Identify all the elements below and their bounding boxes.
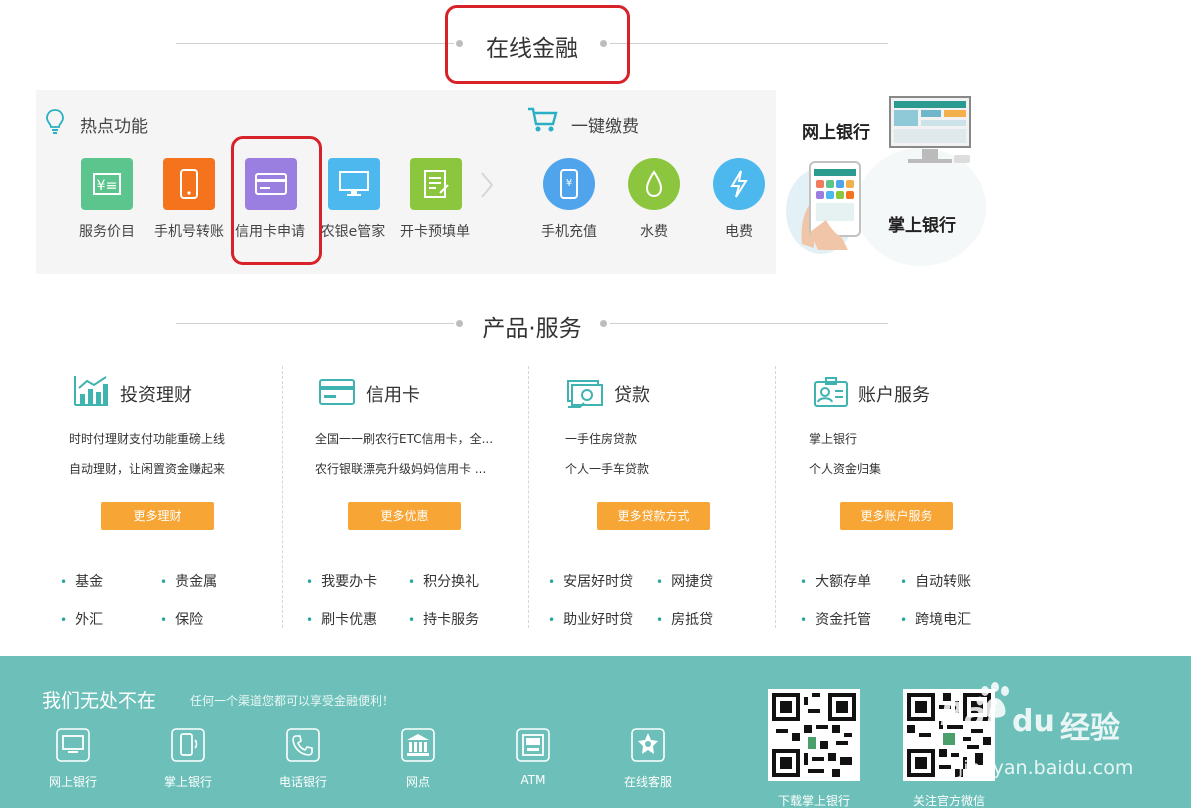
desktop-computer-image (889, 96, 971, 163)
pay-item-label[interactable]: 电费 (697, 221, 781, 241)
card-icon (319, 379, 355, 405)
bank-building-icon[interactable] (401, 728, 435, 762)
qr-label: 关注官方微信 (912, 794, 985, 808)
section-heading-products: 产品·服务 (176, 309, 888, 342)
phone-recharge-tile[interactable]: ¥ (543, 158, 595, 210)
watermark-jingyan: 经验 (1060, 711, 1120, 746)
product-news-link[interactable]: 农行银联漂亮升级妈妈信用卡 ... (315, 460, 486, 477)
sub-link[interactable]: • 保险 (160, 609, 203, 629)
electric-fee-tile[interactable] (713, 158, 765, 210)
sub-link[interactable]: • 网捷贷 (656, 571, 713, 591)
sub-link[interactable]: • 积分换礼 (408, 571, 479, 591)
phone-recharge-icon: ¥ (560, 169, 578, 199)
sub-link[interactable]: • 我要办卡 (306, 571, 377, 591)
column-divider (282, 366, 283, 628)
more-button[interactable]: 更多优惠 (348, 502, 461, 530)
channel-label[interactable]: 网上银行 (28, 773, 118, 790)
web-bank-label[interactable]: 网上银行 (802, 118, 870, 143)
channel-label[interactable]: 在线客服 (603, 773, 693, 790)
product-title[interactable]: 贷款 (614, 381, 650, 407)
mobile-icon[interactable] (171, 728, 205, 762)
form-icon (424, 170, 449, 198)
price-list-tile[interactable]: ¥≡ (81, 158, 133, 210)
more-button[interactable]: 更多理财 (101, 502, 214, 530)
id-card-icon (814, 377, 848, 407)
monitor-icon (339, 171, 369, 196)
product-news-link[interactable]: 个人一手车贷款 (565, 460, 649, 477)
channel-label[interactable]: ATM (488, 773, 578, 787)
sub-link[interactable]: • 贵金属 (160, 571, 217, 591)
watermark-url: jingyan.baidu.com (958, 757, 1134, 779)
sub-link[interactable]: • 大额存单 (800, 571, 871, 591)
hot-item-label[interactable]: 开卡预填单 (393, 221, 477, 241)
product-news-link[interactable]: 时时付理财支付功能重磅上线 (69, 430, 225, 447)
footer-title: 我们无处不在 (42, 690, 157, 712)
sub-link[interactable]: • 房抵贷 (656, 609, 713, 629)
loan-icon (567, 380, 603, 408)
sub-link[interactable]: • 持卡服务 (408, 609, 479, 629)
lightning-icon (730, 170, 748, 198)
watermark-brand: Bai (940, 695, 997, 733)
phone-transfer-icon (180, 169, 198, 199)
svg-text:¥≡: ¥≡ (97, 178, 118, 194)
sub-link[interactable]: • 资金托管 (800, 609, 871, 629)
lightbulb-icon (46, 109, 64, 134)
qr-label: 下载掌上银行 (777, 794, 850, 808)
sub-link[interactable]: • 自动转账 (900, 571, 971, 591)
mobile-bank-label[interactable]: 掌上银行 (888, 211, 956, 236)
product-title[interactable]: 投资理财 (120, 381, 192, 407)
product-news-link[interactable]: 自动理财，让闲置资金赚起来 (69, 460, 225, 477)
sub-link[interactable]: • 外汇 (60, 609, 103, 629)
qr-code-icon (772, 693, 856, 777)
pay-title: 一键缴费 (571, 117, 639, 137)
section-title: 产品·服务 (482, 316, 582, 342)
svg-text:¥: ¥ (566, 178, 572, 189)
watermark-du: du (1012, 704, 1055, 739)
water-fee-tile[interactable] (628, 158, 680, 210)
sub-link[interactable]: • 安居好时贷 (548, 571, 633, 591)
more-button[interactable]: 更多账户服务 (840, 502, 953, 530)
highlight-frame-title (445, 5, 630, 84)
pay-item-label[interactable]: 水费 (612, 221, 696, 241)
product-news-link[interactable]: 全国一一刷农行ETC信用卡，全... (315, 430, 493, 447)
channel-label[interactable]: 掌上银行 (143, 773, 233, 790)
sub-link[interactable]: • 基金 (60, 571, 103, 591)
sub-link[interactable]: • 助业好时贷 (548, 609, 633, 629)
form-tile[interactable] (410, 158, 462, 210)
monitor-tile[interactable] (328, 158, 380, 210)
highlight-frame-credit-card (231, 136, 322, 265)
product-title[interactable]: 账户服务 (858, 381, 930, 407)
channel-label[interactable]: 网点 (373, 773, 463, 790)
atm-icon[interactable] (516, 728, 550, 762)
channel-label[interactable]: 电话银行 (258, 773, 348, 790)
telephone-icon[interactable] (286, 728, 320, 762)
hand-phone-image (801, 161, 861, 250)
hot-item-label[interactable]: 手机号转账 (147, 221, 231, 241)
computer-icon[interactable] (56, 728, 90, 762)
product-news-link[interactable]: 掌上银行 (809, 430, 857, 447)
sub-link[interactable]: • 刷卡优惠 (306, 609, 377, 629)
pay-item-label[interactable]: 手机充值 (527, 221, 611, 241)
column-divider (775, 366, 776, 628)
chevron-right-icon[interactable] (480, 172, 494, 198)
sub-link[interactable]: • 跨境电汇 (900, 609, 971, 629)
hot-title: 热点功能 (80, 117, 148, 137)
hot-item-label[interactable]: 服务价目 (65, 221, 149, 241)
product-news-link[interactable]: 个人资金归集 (809, 460, 881, 477)
hot-item-label[interactable]: 农银e管家 (311, 221, 395, 241)
water-drop-icon (645, 170, 663, 198)
chart-icon (74, 376, 108, 406)
more-button[interactable]: 更多贷款方式 (597, 502, 710, 530)
cart-icon (528, 107, 558, 132)
column-divider (528, 366, 529, 628)
price-list-icon: ¥≡ (93, 173, 121, 195)
footer-subtitle: 任何一个渠道您都可以享受金融便利！ (190, 694, 395, 708)
product-title[interactable]: 信用卡 (366, 381, 420, 407)
phone-transfer-tile[interactable] (163, 158, 215, 210)
qr-code-app[interactable] (768, 689, 860, 781)
customer-service-icon[interactable] (631, 728, 665, 762)
product-news-link[interactable]: 一手住房贷款 (565, 430, 637, 447)
